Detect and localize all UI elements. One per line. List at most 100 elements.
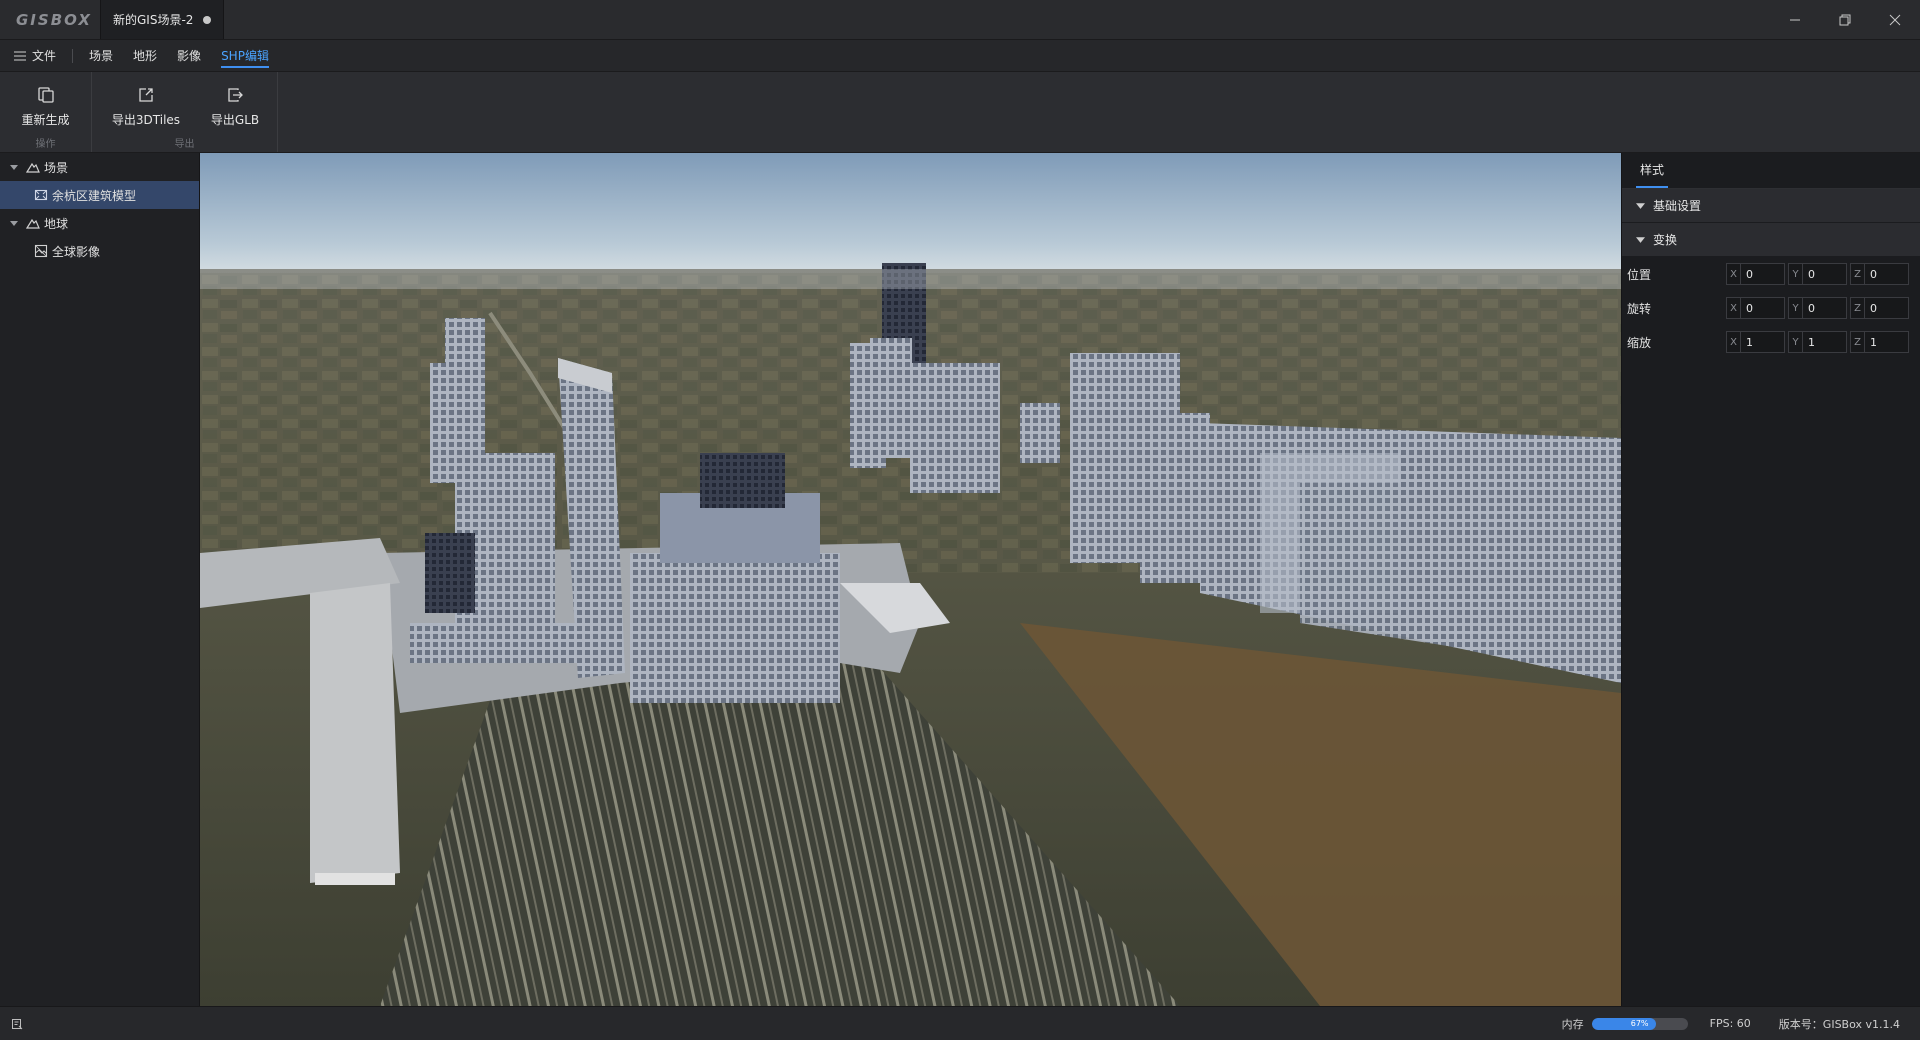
- axis-x-label: X: [1727, 264, 1741, 284]
- memory-bar: 67%: [1591, 1017, 1688, 1030]
- section-basic-settings-label: 基础设置: [1653, 199, 1702, 213]
- axis-z-label: Z: [1851, 298, 1865, 318]
- chevron-down-icon[interactable]: [9, 218, 19, 228]
- axis-y-label: Y: [1789, 298, 1803, 318]
- export-glb-icon: [228, 88, 243, 102]
- ribbon-group-operations: 重新生成 操作: [0, 72, 92, 152]
- scale-z-value[interactable]: 1: [1865, 336, 1877, 349]
- menu-scene[interactable]: 场景: [79, 40, 123, 72]
- tree-item-global-imagery[interactable]: 全球影像: [0, 237, 199, 265]
- rotation-vector: X0 Y0 Z0: [1726, 297, 1909, 319]
- export-glb-label: 导出GLB: [210, 113, 260, 127]
- document-tab-title: 新的GIS场景-2: [113, 13, 194, 27]
- ribbon-group-label-operations: 操作: [35, 139, 56, 150]
- app-logo: GISBOX: [16, 10, 92, 29]
- tree-node-globe[interactable]: 地球: [0, 209, 199, 237]
- tree-item-yuhang-buildings[interactable]: 余杭区建筑模型: [0, 181, 199, 209]
- restore-icon: [1839, 14, 1851, 26]
- log-icon[interactable]: [11, 1018, 23, 1030]
- regenerate-label: 重新生成: [21, 113, 70, 127]
- ribbon-toolbar: 重新生成 操作 导出3DTiles 导出GLB 导出: [0, 72, 1920, 153]
- rotation-y-field[interactable]: Y0: [1788, 297, 1847, 319]
- memory-label: 内存: [1561, 1017, 1584, 1031]
- close-button[interactable]: [1870, 0, 1920, 40]
- tree-node-scene-label: 场景: [44, 160, 69, 175]
- rotation-z-value[interactable]: 0: [1865, 302, 1877, 315]
- chevron-down-icon: [1636, 203, 1645, 209]
- export-3dtiles-label: 导出3DTiles: [111, 113, 181, 127]
- axis-x-label: X: [1727, 332, 1741, 352]
- position-y-field[interactable]: Y0: [1788, 263, 1847, 285]
- axis-y-label: Y: [1789, 264, 1803, 284]
- menu-shp-edit[interactable]: SHP编辑: [211, 40, 279, 72]
- rotation-x-value[interactable]: 0: [1741, 302, 1753, 315]
- version-label: 版本号：GISBox v1.1.4: [1778, 1017, 1900, 1031]
- menu-divider: [72, 48, 74, 63]
- axis-z-label: Z: [1851, 264, 1865, 284]
- status-right: 内存 67% FPS: 60 版本号：GISBox v1.1.4: [1562, 1007, 1900, 1040]
- axis-y-label: Y: [1789, 332, 1803, 352]
- chevron-down-icon[interactable]: [9, 162, 19, 172]
- tree-node-scene[interactable]: 场景: [0, 153, 199, 181]
- imagery-icon: [34, 244, 48, 258]
- ribbon-group-label-export: 导出: [174, 139, 195, 150]
- close-icon: [1889, 14, 1901, 26]
- 3d-viewport[interactable]: [200, 153, 1621, 1006]
- status-bar: 内存 67% FPS: 60 版本号：GISBox v1.1.4: [0, 1006, 1920, 1040]
- rotation-label: 旋转: [1627, 301, 1652, 316]
- minimize-icon: [1790, 19, 1800, 21]
- position-row: 位置 X0 Y0 Z0: [1622, 257, 1920, 291]
- window-controls: [1770, 0, 1920, 40]
- section-basic-settings[interactable]: 基础设置: [1622, 189, 1920, 223]
- mountain-icon: [26, 160, 40, 174]
- position-x-field[interactable]: X0: [1726, 263, 1785, 285]
- rotation-x-field[interactable]: X0: [1726, 297, 1785, 319]
- regenerate-icon: [37, 87, 54, 103]
- tree-item-global-imagery-label: 全球影像: [52, 244, 101, 259]
- scale-x-value[interactable]: 1: [1741, 336, 1753, 349]
- section-transform[interactable]: 变换: [1622, 223, 1920, 257]
- chevron-down-icon: [1636, 237, 1645, 243]
- scale-x-field[interactable]: X1: [1726, 331, 1785, 353]
- rotation-y-value[interactable]: 0: [1803, 302, 1815, 315]
- position-x-value[interactable]: 0: [1741, 268, 1753, 281]
- position-z-value[interactable]: 0: [1865, 268, 1877, 281]
- mountain-icon: [26, 216, 40, 230]
- axis-x-label: X: [1727, 298, 1741, 318]
- status-left: [0, 1018, 23, 1030]
- menu-terrain[interactable]: 地形: [123, 40, 167, 72]
- scale-y-field[interactable]: Y1: [1788, 331, 1847, 353]
- fps-readout: FPS: 60: [1709, 1017, 1751, 1030]
- restore-button[interactable]: [1820, 0, 1870, 40]
- properties-panel: 样式 基础设置 变换 位置 X0 Y0 Z0 旋转 X0 Y0 Z0 缩放 X1…: [1621, 153, 1920, 1006]
- model-icon: [34, 188, 48, 202]
- memory-percent: 67%: [1630, 1018, 1649, 1028]
- minimize-button[interactable]: [1770, 0, 1820, 40]
- position-y-value[interactable]: 0: [1803, 268, 1815, 281]
- unsaved-dot-icon: [203, 15, 211, 24]
- scale-row: 缩放 X1 Y1 Z1: [1622, 325, 1920, 359]
- properties-tabs: 样式: [1622, 153, 1920, 189]
- file-menu[interactable]: 文件: [0, 40, 66, 72]
- section-transform-label: 变换: [1653, 233, 1678, 247]
- scale-label: 缩放: [1627, 335, 1652, 350]
- scale-vector: X1 Y1 Z1: [1726, 331, 1909, 353]
- scale-y-value[interactable]: 1: [1803, 336, 1815, 349]
- export-icon: [139, 88, 153, 102]
- layer-tree-panel: 场景 余杭区建筑模型 地球 全球影像: [0, 153, 200, 1006]
- title-bar: GISBOX 新的GIS场景-2: [0, 0, 1920, 40]
- file-menu-label: 文件: [32, 49, 57, 63]
- scale-z-field[interactable]: Z1: [1850, 331, 1909, 353]
- menu-bar: 文件 场景 地形 影像 SHP编辑: [0, 40, 1920, 72]
- rotation-row: 旋转 X0 Y0 Z0: [1622, 291, 1920, 325]
- tree-item-yuhang-buildings-label: 余杭区建筑模型: [52, 188, 137, 203]
- scene-render: [200, 153, 1621, 1006]
- menu-imagery[interactable]: 影像: [167, 40, 211, 72]
- document-tab[interactable]: 新的GIS场景-2: [100, 0, 224, 39]
- position-label: 位置: [1627, 267, 1652, 282]
- position-vector: X0 Y0 Z0: [1726, 263, 1909, 285]
- rotation-z-field[interactable]: Z0: [1850, 297, 1909, 319]
- tab-style[interactable]: 样式: [1636, 161, 1669, 188]
- position-z-field[interactable]: Z0: [1850, 263, 1909, 285]
- axis-z-label: Z: [1851, 332, 1865, 352]
